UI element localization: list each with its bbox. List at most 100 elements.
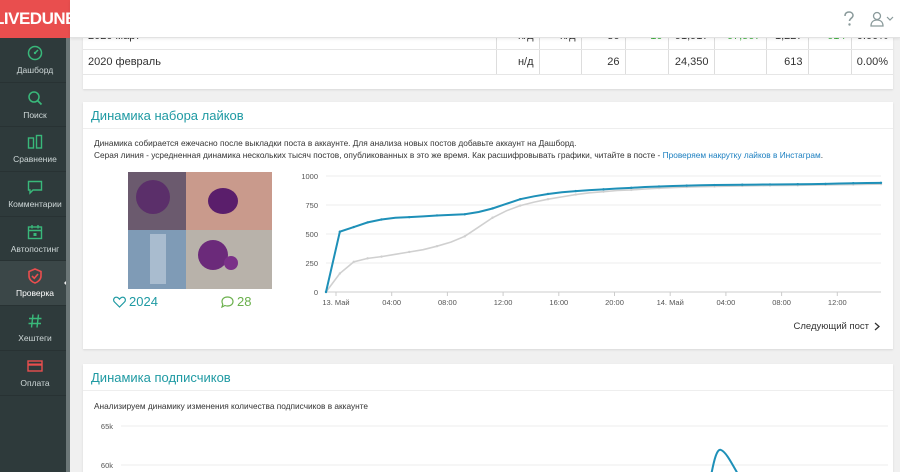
likes-description: Динамика собирается ежечасно после выкла… bbox=[83, 129, 893, 161]
data-point bbox=[852, 181, 855, 185]
sidebar-item-search[interactable]: Поиск bbox=[0, 83, 70, 128]
table-cell-month: 2020 февраль bbox=[83, 49, 497, 75]
data-point bbox=[352, 225, 355, 229]
data-point bbox=[796, 183, 799, 186]
likes-value: 2024 bbox=[129, 294, 158, 309]
gauge-icon bbox=[27, 45, 43, 61]
data-point bbox=[657, 185, 661, 188]
shield-icon bbox=[27, 268, 43, 285]
app-logo[interactable]: LIVEDUNE bbox=[0, 0, 76, 38]
sidebar-scrollbar[interactable] bbox=[66, 38, 70, 472]
heart-icon bbox=[113, 296, 126, 308]
y-tick-label: 65k bbox=[101, 422, 113, 431]
chevron-right-icon bbox=[874, 322, 880, 331]
x-tick-label: 16:00 bbox=[549, 298, 568, 307]
chevron-down-icon bbox=[886, 16, 894, 21]
desc-line: Динамика собирается ежечасно после выкла… bbox=[94, 138, 577, 148]
data-point bbox=[685, 184, 688, 187]
sidebar-item-label: Оплата bbox=[20, 377, 50, 388]
data-point bbox=[491, 207, 494, 210]
series-line-subscribers bbox=[710, 448, 738, 472]
data-point bbox=[408, 250, 411, 254]
sidebar-item-label: Автопостинг bbox=[10, 243, 60, 254]
table-cell bbox=[625, 49, 669, 75]
compare-icon bbox=[27, 134, 43, 150]
table-cell: 613 bbox=[766, 49, 809, 75]
likes-counter: 2024 bbox=[113, 294, 158, 309]
help-icon[interactable] bbox=[842, 11, 856, 32]
table-cell bbox=[808, 49, 852, 75]
likes-card-title: Динамика набора лайков bbox=[83, 102, 893, 129]
x-tick-label: 14. Май bbox=[657, 298, 684, 307]
data-point bbox=[546, 192, 550, 196]
y-tick-label: 250 bbox=[305, 259, 318, 268]
data-point bbox=[463, 235, 466, 238]
x-tick-label: 20:00 bbox=[605, 298, 624, 307]
y-tick-label: 60k bbox=[101, 461, 113, 470]
data-point bbox=[352, 260, 355, 264]
x-tick-label: 04:00 bbox=[382, 298, 401, 307]
data-point bbox=[380, 255, 383, 258]
comments-value: 28 bbox=[237, 294, 252, 309]
table-cell bbox=[714, 49, 767, 75]
sidebar-item-check[interactable]: Проверка bbox=[0, 261, 70, 307]
table-cell: н/д bbox=[496, 49, 540, 75]
data-point bbox=[338, 272, 342, 275]
y-tick-label: 750 bbox=[305, 201, 318, 210]
post-thumbnail[interactable] bbox=[128, 172, 272, 289]
subscribers-line-chart[interactable]: 65k 60k bbox=[83, 416, 893, 472]
data-point bbox=[338, 230, 342, 233]
desc-line: Серая линия - усредненная динамика неско… bbox=[94, 149, 893, 161]
sidebar-item-compare[interactable]: Сравнение bbox=[0, 127, 70, 173]
top-bar bbox=[70, 0, 900, 38]
data-point bbox=[824, 182, 827, 186]
desc-end: . bbox=[820, 150, 823, 160]
table-row: 2020 февраль н/д 26 24,350 613 0.00% bbox=[83, 49, 893, 75]
next-post-label: Следующий пост bbox=[793, 321, 870, 332]
sidebar-item-payment[interactable]: Оплата bbox=[0, 351, 70, 396]
data-point bbox=[366, 221, 369, 224]
data-point bbox=[602, 188, 605, 191]
data-point bbox=[574, 193, 577, 196]
data-point bbox=[463, 213, 466, 216]
data-point bbox=[435, 214, 439, 217]
data-point bbox=[435, 244, 439, 248]
subscribers-card-title: Динамика подписчиков bbox=[83, 364, 893, 391]
x-tick-label: 12:00 bbox=[828, 298, 847, 307]
y-tick-label: 0 bbox=[314, 288, 318, 297]
data-point bbox=[519, 204, 522, 207]
data-point bbox=[380, 218, 383, 221]
data-point bbox=[768, 183, 772, 186]
data-point bbox=[879, 181, 883, 185]
table-cell: 0.00% bbox=[851, 49, 893, 75]
likes-line-chart[interactable]: 0 250 500 750 1000 13. Май 04:00 08:00 12:00 16:0… bbox=[288, 166, 888, 311]
data-point bbox=[324, 290, 328, 294]
y-tick-label: 1000 bbox=[301, 172, 318, 181]
x-tick-label: 12:00 bbox=[494, 298, 513, 307]
data-point bbox=[630, 188, 633, 192]
next-post-link[interactable]: Следующий пост bbox=[794, 321, 882, 332]
sidebar-item-label: Дашборд bbox=[16, 64, 54, 75]
sidebar-item-hashtags[interactable]: Хештеги bbox=[0, 306, 70, 351]
article-link[interactable]: Проверяем накрутку лайков в Инстаграм bbox=[663, 150, 821, 160]
sidebar-item-label: Проверка bbox=[15, 288, 55, 299]
sidebar-item-autoposting[interactable]: Автопостинг bbox=[0, 217, 70, 262]
hashtag-icon bbox=[27, 313, 43, 329]
sidebar: LIVEDUNE Дашборд Поиск Сравнение Коммент… bbox=[0, 0, 76, 472]
table-cell bbox=[539, 49, 582, 75]
sidebar-item-label: Поиск bbox=[23, 109, 47, 120]
comment-icon bbox=[27, 179, 43, 195]
sidebar-item-dashboard[interactable]: Дашборд bbox=[0, 38, 70, 83]
sidebar-item-comments[interactable]: Комментарии bbox=[0, 172, 70, 217]
data-point bbox=[713, 183, 716, 187]
table-cell: 24,350 bbox=[668, 49, 715, 75]
series-line-average bbox=[325, 183, 882, 293]
sidebar-item-label: Сравнение bbox=[13, 154, 57, 165]
data-point bbox=[408, 215, 411, 219]
table-cell: 26 bbox=[581, 49, 626, 75]
search-icon bbox=[27, 90, 43, 106]
user-menu[interactable] bbox=[870, 11, 894, 27]
y-tick-label: 500 bbox=[305, 230, 318, 239]
x-tick-label: 04:00 bbox=[717, 298, 736, 307]
subscribers-dynamics-card: Динамика подписчиков Анализируем динамик… bbox=[83, 364, 893, 472]
